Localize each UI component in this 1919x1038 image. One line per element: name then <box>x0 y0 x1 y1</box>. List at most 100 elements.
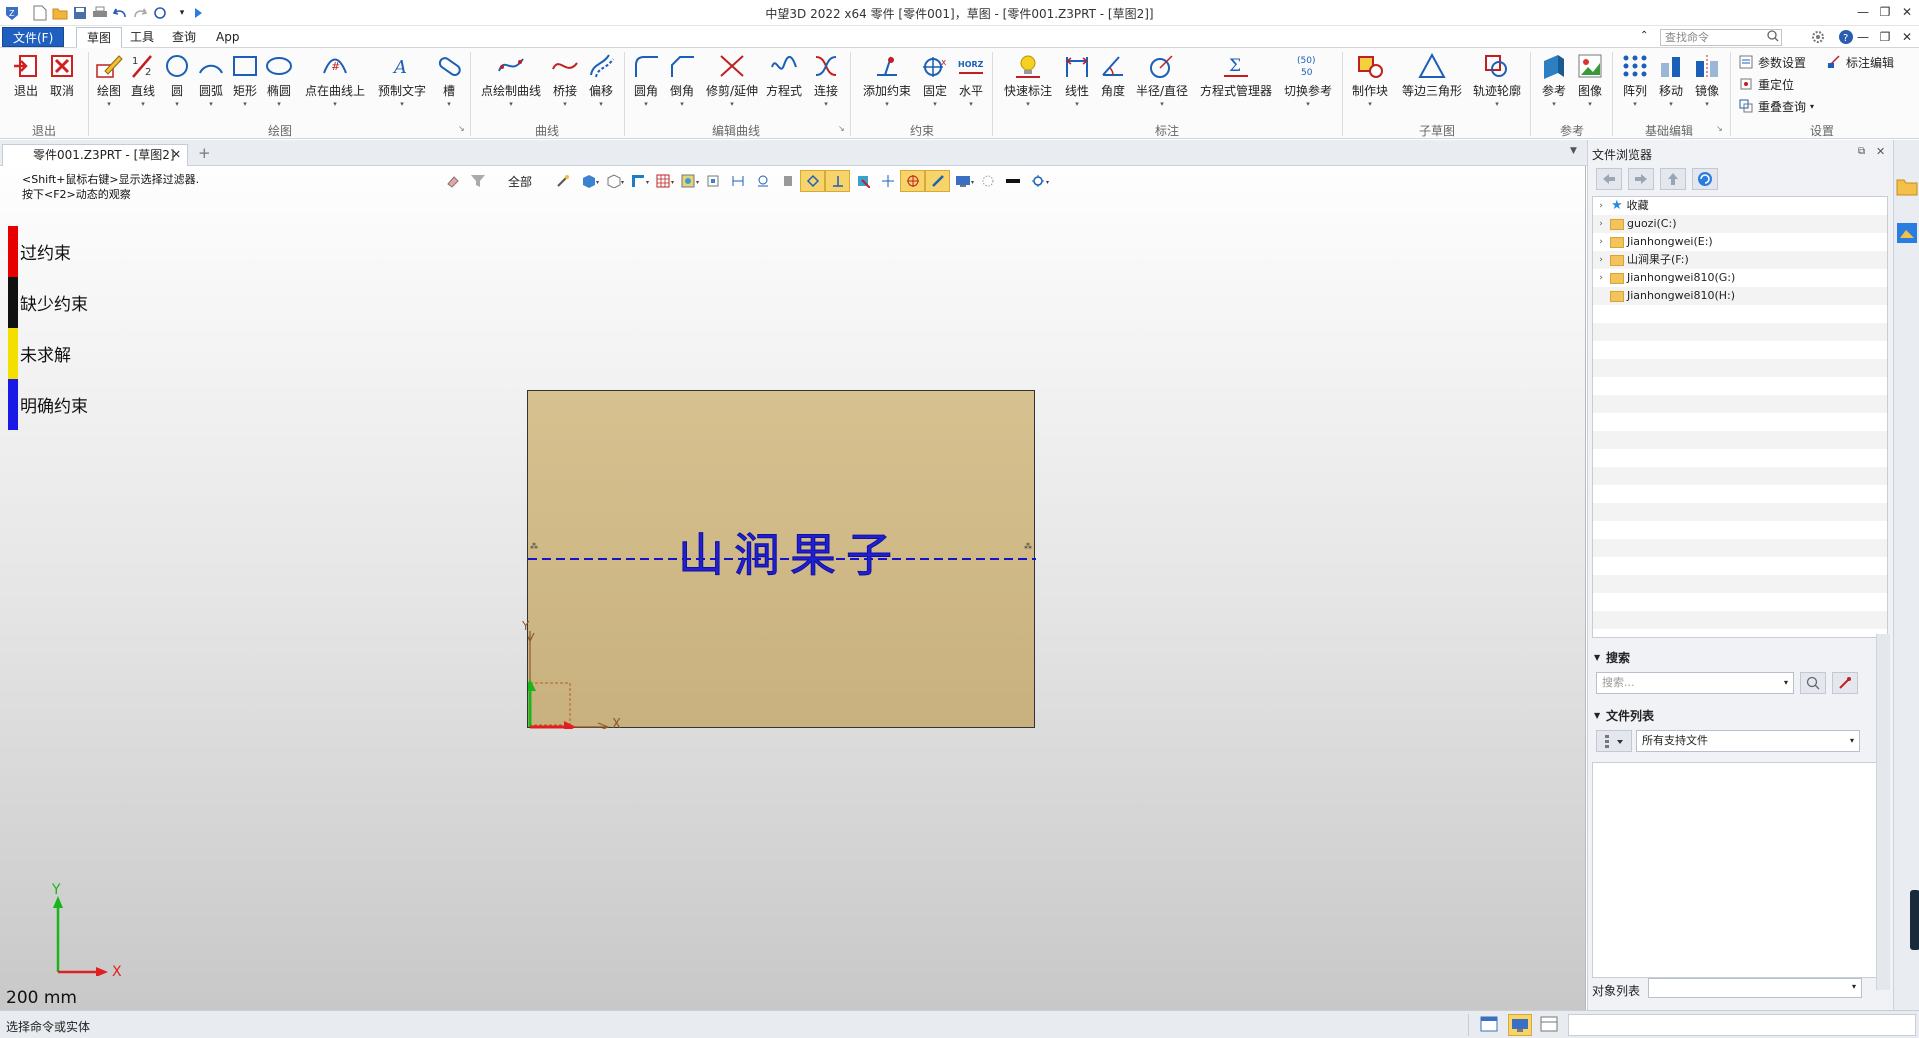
tab-query[interactable]: 查询 <box>162 27 206 47</box>
object-list-chevron-icon[interactable]: ▾ <box>1852 982 1856 991</box>
forward-arrow-icon[interactable] <box>1628 168 1654 190</box>
view-mode-icon[interactable] <box>1596 730 1632 752</box>
doc-restore-button[interactable]: ❐ <box>1874 27 1896 47</box>
clear-search-icon[interactable] <box>1832 672 1858 694</box>
make-block-button[interactable]: 制作块 ▾ <box>1348 50 1392 120</box>
command-search-input[interactable]: 查找命令 <box>1660 29 1782 46</box>
parameter-settings-button[interactable]: 参数设置 <box>1738 52 1806 72</box>
tree-item[interactable]: › Jianhongwei(E:) <box>1593 233 1887 251</box>
toggle-reference-button[interactable]: (50) 50 切换参考 ▾ <box>1280 50 1336 120</box>
overlap-query-button[interactable]: 重叠查询 ▾ <box>1738 96 1814 116</box>
color-view-icon[interactable] <box>850 170 875 192</box>
tree-item[interactable]: › guozi(C:) <box>1593 215 1887 233</box>
angle-dimension-button[interactable]: 角度 <box>1096 50 1130 120</box>
app-logo-icon[interactable]: Z <box>2 3 22 23</box>
point-curve-button[interactable]: 点绘制曲线 ▾ <box>478 50 544 120</box>
new-tab-icon[interactable]: + <box>198 144 211 162</box>
tree-item[interactable]: Jianhongwei810(H:) <box>1593 287 1887 305</box>
selection-filter-dropdown[interactable]: 全部 <box>490 173 550 190</box>
connect-button[interactable]: 连接 ▾ <box>808 50 844 120</box>
wireframe-view-icon[interactable]: ▾ <box>600 170 625 192</box>
new-file-icon[interactable] <box>30 3 50 23</box>
minimize-button[interactable]: — <box>1852 2 1874 22</box>
image-button[interactable]: 图像 ▾ <box>1572 50 1608 120</box>
radius-diameter-button[interactable]: 半径/直径 ▾ <box>1134 50 1190 120</box>
slot-button[interactable]: 槽 ▾ <box>432 50 466 120</box>
play-icon[interactable] <box>188 3 208 23</box>
shaded-view-icon[interactable]: ▾ <box>575 170 600 192</box>
print-icon[interactable] <box>90 3 110 23</box>
quick-dimension-button[interactable]: 快速标注 ▾ <box>1000 50 1056 120</box>
magic-wand-icon[interactable] <box>550 170 575 192</box>
show-hide-icon[interactable] <box>775 170 800 192</box>
doc-minimize-button[interactable]: — <box>1852 27 1874 47</box>
expand-chevron-icon[interactable]: › <box>1595 197 1607 215</box>
preset-text-button[interactable]: A 预制文字 ▾ <box>374 50 430 120</box>
gear-icon[interactable] <box>1810 29 1826 48</box>
pen-snap-icon[interactable] <box>925 170 950 192</box>
refresh-icon[interactable] <box>150 3 170 23</box>
status-input[interactable] <box>1568 1014 1916 1036</box>
target-snap-icon[interactable] <box>900 170 925 192</box>
panel-close-icon[interactable]: ✕ <box>1876 145 1885 158</box>
collapse-ribbon-icon[interactable]: ⌃ <box>1640 30 1648 41</box>
fix-button[interactable]: x 固定 ▾ <box>918 50 952 120</box>
sketch-rectangle[interactable]: ⁂ ⁂ 山涧果子 Y X <box>522 390 1036 732</box>
file-search-input[interactable]: 搜索... <box>1596 672 1794 694</box>
equation-curve-button[interactable]: 方程式 <box>764 50 804 120</box>
tab-list-chevron-icon[interactable]: ▼ <box>1570 146 1577 156</box>
circle-button[interactable]: 圆 ▾ <box>160 50 194 120</box>
object-list-select[interactable] <box>1648 978 1862 998</box>
horizontal-button[interactable]: HORZ 水平 ▾ <box>954 50 988 120</box>
expand-chevron-icon[interactable]: › <box>1595 269 1607 287</box>
dialog-launcher-icon[interactable]: ↘ <box>838 124 845 133</box>
constraint-view-icon[interactable] <box>750 170 775 192</box>
rectangle-button[interactable]: 矩形 ▾ <box>228 50 262 120</box>
fillet-button[interactable]: 圆角 ▾ <box>628 50 664 120</box>
trajectory-profile-button[interactable]: 轨迹轮廓 ▾ <box>1470 50 1524 120</box>
dimension-view-icon[interactable] <box>725 170 750 192</box>
reposition-button[interactable]: 重定位 <box>1738 74 1794 94</box>
viewport-layout-icon[interactable]: ▾ <box>625 170 650 192</box>
render-mode-icon[interactable]: ▾ <box>675 170 700 192</box>
save-icon[interactable] <box>70 3 90 23</box>
back-arrow-icon[interactable] <box>1596 168 1622 190</box>
gallery-icon[interactable] <box>1896 222 1918 247</box>
tab-file[interactable]: 文件(F) <box>2 27 65 47</box>
tab-tools[interactable]: 工具 <box>120 27 164 47</box>
tab-app[interactable]: App <box>206 27 249 47</box>
expand-chevron-icon[interactable]: › <box>1595 233 1607 251</box>
restore-button[interactable]: ❐ <box>1874 2 1896 22</box>
file-type-filter-select[interactable]: 所有支持文件 <box>1636 730 1860 752</box>
open-file-icon[interactable] <box>50 3 70 23</box>
dialog-launcher-icon[interactable]: ↘ <box>458 124 465 133</box>
window-mode-icon[interactable] <box>1540 1016 1558 1035</box>
point-style-icon[interactable]: ▾ <box>1025 170 1050 192</box>
side-strip-handle[interactable] <box>1910 890 1919 950</box>
point-on-curve-button[interactable]: # 点在曲线上 ▾ <box>300 50 370 120</box>
document-tab[interactable]: 零件001.Z3PRT - [草图2] ✕ <box>2 144 188 166</box>
refresh-icon[interactable] <box>1692 168 1718 190</box>
add-constraint-button[interactable]: 添加约束 ▾ <box>860 50 914 120</box>
search-icon[interactable] <box>1767 30 1779 45</box>
arc-button[interactable]: 圆弧 ▾ <box>194 50 228 120</box>
dialog-launcher-icon[interactable]: ↘ <box>1716 124 1723 133</box>
zoom-fit-icon[interactable] <box>700 170 725 192</box>
equilateral-triangle-button[interactable]: 等边三角形 <box>1396 50 1468 120</box>
snap-icon[interactable] <box>800 170 825 192</box>
graphics-viewport[interactable]: <Shift+鼠标右键>显示选择过滤器. 按下<F2>动态的观察 全部 ▾ ▾ … <box>0 166 1586 1010</box>
up-arrow-icon[interactable] <box>1660 168 1686 190</box>
folder-icon[interactable] <box>1896 176 1918 199</box>
layout-icon[interactable] <box>1480 1016 1498 1035</box>
cancel-button[interactable]: 取消 <box>44 50 80 120</box>
file-list[interactable] <box>1592 762 1888 978</box>
ellipse-button[interactable]: 椭圆 ▾ <box>262 50 296 120</box>
search-dropdown-chevron-icon[interactable]: ▾ <box>1784 678 1788 687</box>
line-button[interactable]: 2 1 直线 ▾ <box>126 50 160 120</box>
linear-dimension-button[interactable]: 线性 ▾ <box>1060 50 1094 120</box>
draw-button[interactable]: 绘图 ▾ <box>92 50 126 120</box>
expand-chevron-icon[interactable]: › <box>1595 251 1607 269</box>
grid-icon[interactable]: ▾ <box>650 170 675 192</box>
close-button[interactable]: ✕ <box>1896 2 1918 22</box>
offset-button[interactable]: 偏移 ▾ <box>584 50 618 120</box>
